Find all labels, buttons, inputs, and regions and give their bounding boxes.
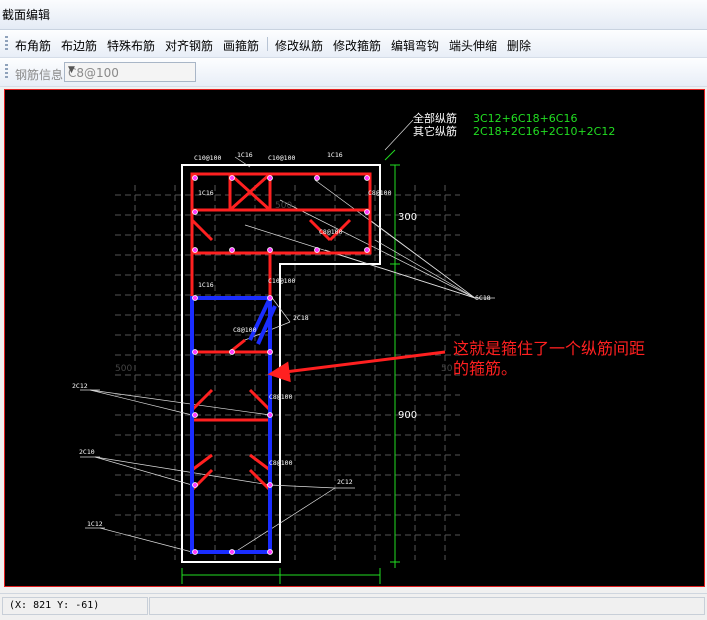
leader-lines [80,119,495,553]
blue-stirrup [190,296,277,554]
label-c6-right: 6C18 [475,294,491,302]
red-arrow [267,350,446,383]
main-toolbar: 布角筋 布边筋 特殊布筋 对齐钢筋 画箍筋 修改纵筋 修改箍筋 编辑弯钩 端头伸… [0,30,707,58]
label-c8-inner: C8@100 [233,326,257,334]
window-title: 截面编辑 [2,8,51,22]
rebar-info-select[interactable]: C8@100 ▼ [64,62,196,82]
draw-stirrup-button[interactable]: 画箍筋 [223,37,259,54]
label-c16-left: 1C16 [198,189,214,197]
grid-mark-500a: 500 [275,201,292,211]
status-message-panel [149,597,705,615]
label-c10-top: C10@100 [194,154,221,162]
label-c12-bottom: 1C12 [87,520,103,528]
label-c16-mid: 1C16 [198,281,214,289]
label-c8-low1: C8@100 [269,393,293,401]
align-rebar-button[interactable]: 对齐钢筋 [165,37,213,54]
other-rebar-label: 其它纵筋 [413,124,457,138]
all-rebar-label: 全部纵筋 [413,111,457,125]
dim-900: 900 [398,410,417,421]
modify-stirrup-button[interactable]: 修改箍筋 [333,37,381,54]
label-c8-mid: C8@100 [319,228,343,236]
delete-button[interactable]: 删除 [507,37,531,54]
label-c12-right: 2C12 [337,478,353,486]
end-stretch-button[interactable]: 端头伸缩 [449,37,497,54]
edge-rebar-button[interactable]: 布边筋 [61,37,97,54]
corner-rebar-button[interactable]: 布角筋 [15,37,51,54]
label-c12-left: 2C12 [72,382,88,390]
dim-300: 300 [398,212,417,223]
chevron-down-icon[interactable]: ▼ [68,65,192,75]
grid-mark-50: 50 [441,364,453,374]
label-c10-left: 2C10 [79,448,95,456]
annotation-line-1: 这就是箍住了一个纵筋间距 [453,339,645,358]
label-c18: 2C18 [293,314,309,322]
modify-long-rebar-button[interactable]: 修改纵筋 [275,37,323,54]
rebar-info-label: 钢筋信息 [15,68,64,82]
toolbar-grip[interactable] [5,64,8,80]
other-rebar-value: 2C18+2C16+2C10+2C12 [473,125,615,138]
flange-stirrup [190,172,372,255]
annotation-line-2: 的箍筋。 [453,359,517,378]
edit-hook-button[interactable]: 编辑弯钩 [391,37,439,54]
label-c16-top2: 1C16 [327,151,343,159]
label-c8-low2: C8@100 [269,459,293,467]
drawing-canvas[interactable]: C10@100 1C16 C10@100 1C16 1C16 C8@100 C8… [4,89,705,587]
coords-panel: (X: 821 Y: -61) [2,597,148,615]
status-bar: (X: 821 Y: -61) [0,593,707,620]
title-bar: 截面编辑 [0,0,707,30]
toolbar-separator [267,37,268,51]
label-c10-mid: C10@100 [268,277,295,285]
label-c10-top2: C10@100 [268,154,295,162]
label-c16-top: 1C16 [237,151,253,159]
special-rebar-button[interactable]: 特殊布筋 [107,37,155,54]
toolbar-grip[interactable] [5,36,8,52]
all-rebar-value: 3C12+6C18+6C16 [473,112,577,125]
label-c8-right: C8@100 [368,189,392,197]
grid-mark-500b: 500 [115,364,132,374]
cursor-coords: (X: 821 Y: -61) [9,600,100,611]
